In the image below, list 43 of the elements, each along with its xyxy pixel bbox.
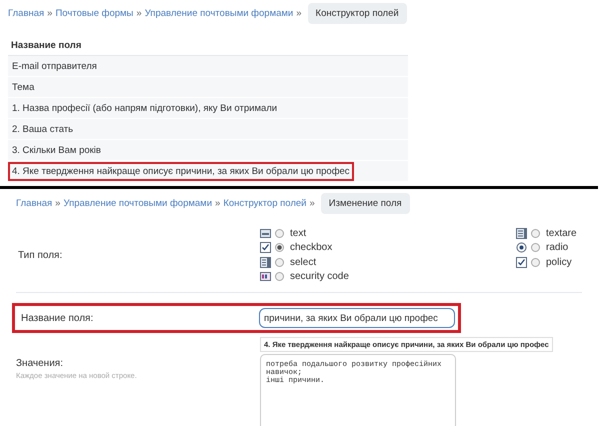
check-type-icon (260, 242, 271, 254)
option-label: textare (546, 228, 577, 239)
radio-button[interactable] (531, 228, 540, 238)
breadcrumb-current: Конструктор полей (308, 3, 407, 24)
radio-type-icon (516, 242, 527, 254)
field-label: Значения: (16, 358, 64, 369)
code-type-icon (260, 271, 271, 282)
radio-button[interactable] (275, 272, 284, 282)
option-label: radio (546, 242, 568, 254)
option-label: text (290, 228, 306, 239)
option-label: security code (290, 271, 349, 282)
table-cell[interactable]: 2. Ваша стать (8, 120, 78, 138)
breadcrumb-separator: » (47, 8, 52, 19)
breadcrumb-separator: » (55, 198, 60, 209)
breadcrumb-separator: » (309, 198, 315, 209)
table-cell[interactable]: 4. Яке твердження найкраще описує причини, за яких Ви обрали цю профес (8, 162, 354, 180)
breadcrumb-separator: » (296, 8, 302, 19)
field-label: Тип поля: (18, 250, 64, 260)
breadcrumb-link[interactable]: Конструктор полей (223, 198, 306, 209)
breadcrumb-link[interactable]: Управление почтовыми формами (144, 8, 294, 19)
radio-button[interactable] (275, 228, 284, 238)
breadcrumb-link[interactable]: Почтовые формы (55, 8, 134, 19)
breadcrumb-link[interactable]: Главная (8, 8, 44, 19)
breadcrumb-link[interactable]: Управление почтовыми формами (63, 198, 212, 209)
option-label: checkbox (290, 242, 332, 254)
area-type-icon (516, 228, 527, 239)
field-label: Название поля: (21, 312, 94, 324)
list-type-icon (260, 256, 271, 268)
radio-button[interactable] (275, 258, 284, 267)
radio-button[interactable] (275, 243, 284, 252)
input-field[interactable]: причини, за яких Ви обрали цю профес (259, 308, 455, 328)
radio-button[interactable] (531, 258, 540, 267)
breadcrumb-current: Изменение поля (320, 193, 410, 214)
table-cell[interactable]: Тема (8, 78, 38, 96)
column-header: Название поля (11, 40, 82, 51)
breadcrumb-separator: » (215, 198, 220, 209)
breadcrumb-separator: » (136, 8, 142, 19)
radio-button[interactable] (531, 243, 540, 252)
option-label: select (290, 256, 316, 268)
text-type-icon (260, 228, 271, 239)
check-type-icon (516, 256, 527, 268)
option-label: policy (546, 256, 572, 268)
breadcrumb-link[interactable]: Главная (16, 198, 52, 209)
